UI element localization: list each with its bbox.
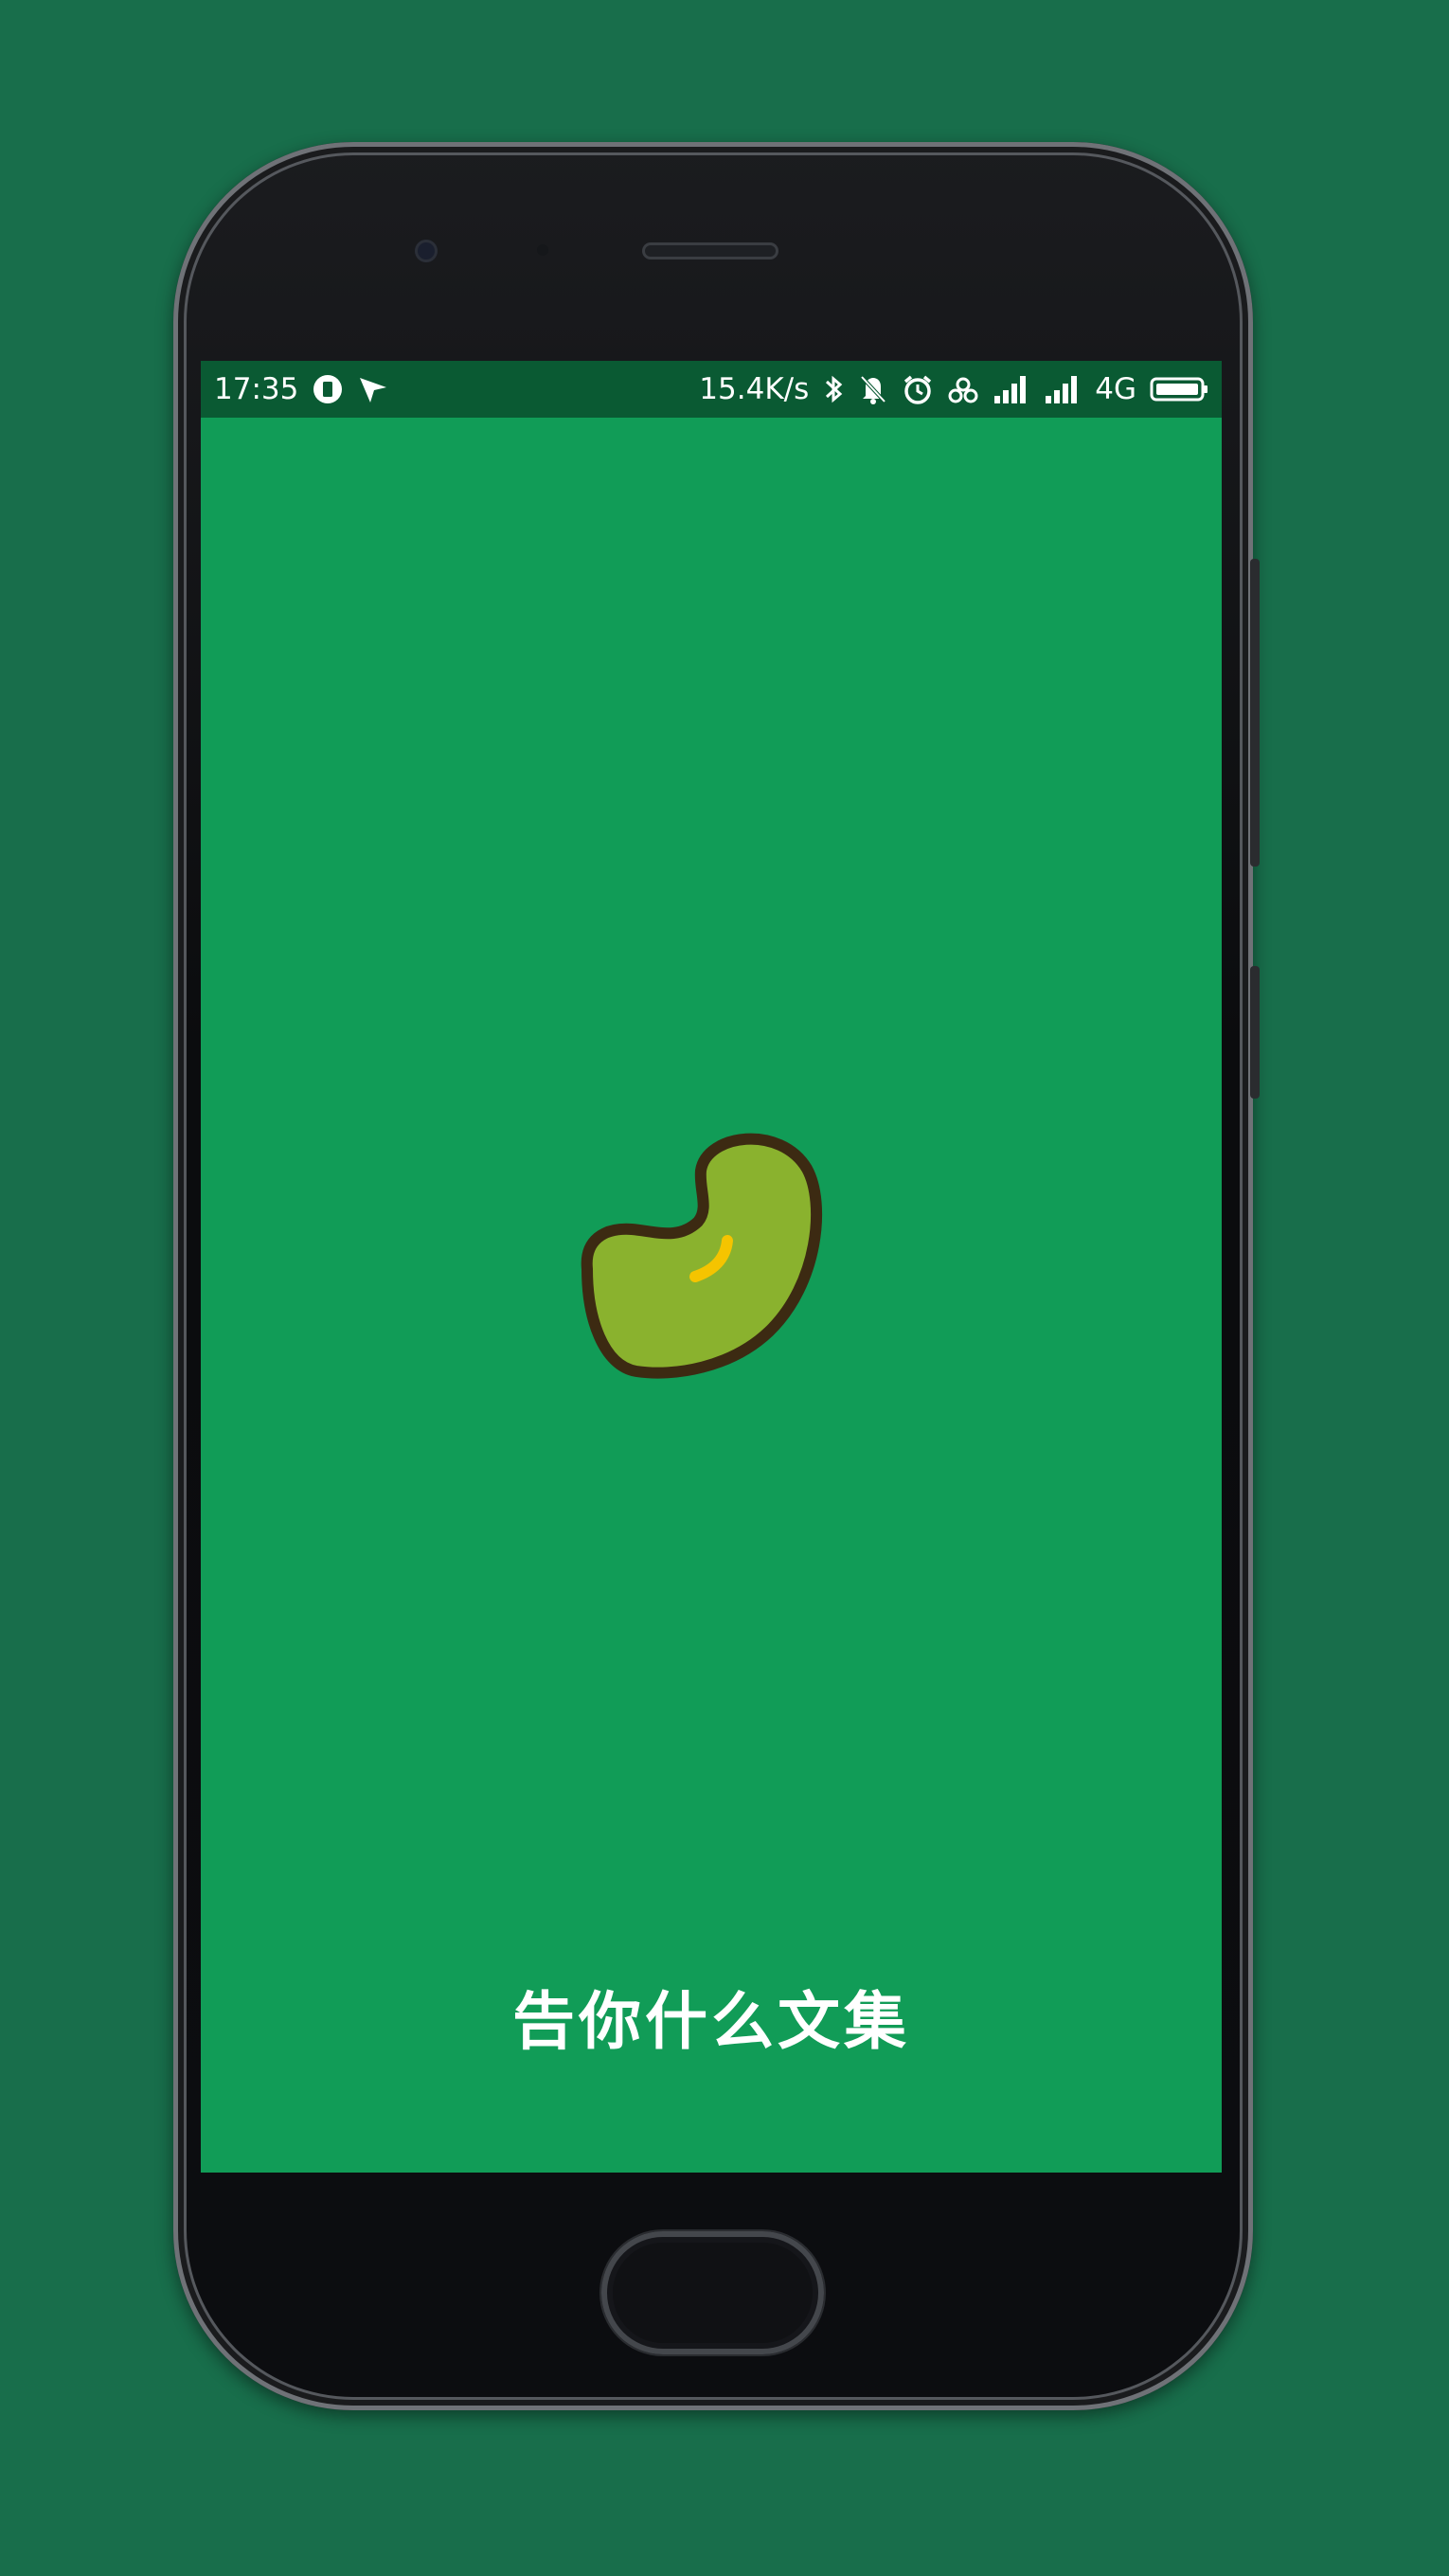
bean-icon xyxy=(581,1133,823,1379)
app-name: 告你什么文集 xyxy=(512,1985,910,2058)
proximity-sensor xyxy=(537,244,548,256)
mute-bell-icon xyxy=(858,373,888,405)
status-bar-right: 15.4K/s 4G xyxy=(699,372,1208,406)
power-button xyxy=(1250,966,1260,1099)
home-button[interactable] xyxy=(601,2231,824,2354)
earpiece-speaker xyxy=(642,242,778,259)
hotspot-icon xyxy=(947,373,979,405)
volume-button xyxy=(1250,559,1260,867)
bluetooth-icon xyxy=(822,373,845,405)
network-speed: 15.4K/s xyxy=(699,372,810,406)
signal-icon xyxy=(1044,373,1082,405)
sim-card-icon xyxy=(312,373,344,405)
status-bar: 17:35 15.4K/s 4G xyxy=(201,361,1222,418)
status-time: 17:35 xyxy=(214,372,299,406)
location-arrow-icon xyxy=(357,373,389,405)
signal-icon xyxy=(993,373,1030,405)
front-camera xyxy=(415,240,438,262)
status-bar-left: 17:35 xyxy=(214,372,389,406)
alarm-icon xyxy=(902,373,934,405)
battery-icon xyxy=(1150,373,1208,405)
network-type: 4G xyxy=(1095,372,1136,406)
splash-screen: 17:35 15.4K/s 4G 告你什么文集 xyxy=(201,361,1222,2173)
